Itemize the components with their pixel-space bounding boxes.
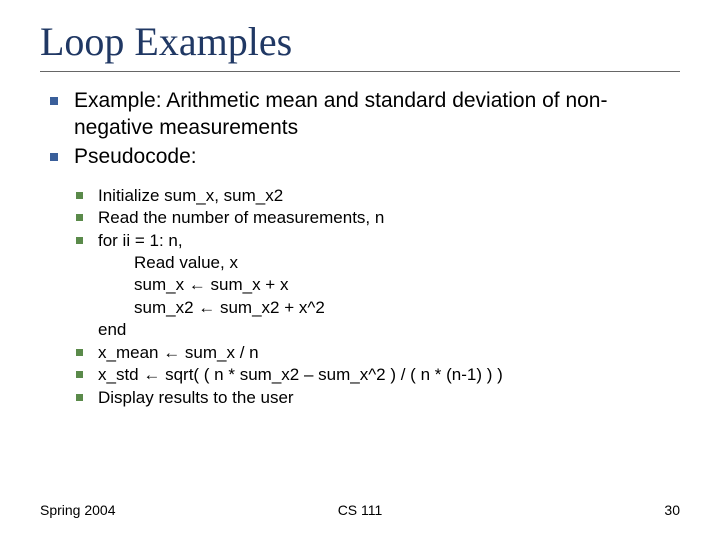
slide: Loop Examples Example: Arithmetic mean a… (0, 0, 720, 540)
pseudocode-line: Initialize sum_x, sum_x2 (72, 185, 680, 207)
pseudocode-line: x_std ← sqrt( ( n * sum_x2 – sum_x^2 ) /… (72, 364, 680, 386)
pseudocode-line: Read the number of measurements, n (72, 207, 680, 229)
pseudocode-line: x_mean ← sum_x / n (72, 342, 680, 364)
slide-body: Example: Arithmetic mean and standard de… (40, 88, 680, 409)
slide-title: Loop Examples (40, 18, 680, 65)
bullet-item: Pseudocode: (44, 144, 680, 171)
pseudocode-list: Initialize sum_x, sum_x2 Read the number… (72, 185, 680, 252)
footer: Spring 2004 CS 111 30 (40, 502, 680, 518)
footer-left: Spring 2004 (40, 502, 116, 518)
pseudocode-block: Read value, x sum_x ← sum_x + x sum_x2 ←… (72, 252, 680, 342)
bullet-list: Example: Arithmetic mean and standard de… (44, 88, 680, 171)
pseudocode-line: for ii = 1: n, (72, 230, 680, 252)
title-rule (40, 71, 680, 72)
pseudocode-list: x_mean ← sum_x / n x_std ← sqrt( ( n * s… (72, 342, 680, 409)
footer-page: 30 (664, 502, 680, 518)
pseudocode-line: Read value, x (98, 252, 680, 274)
pseudocode-line: sum_x ← sum_x + x (98, 274, 680, 296)
pseudocode-line: Display results to the user (72, 387, 680, 409)
pseudocode-line: end (98, 320, 126, 339)
bullet-item: Example: Arithmetic mean and standard de… (44, 88, 680, 142)
pseudocode-line: sum_x2 ← sum_x2 + x^2 (98, 297, 680, 319)
footer-center: CS 111 (40, 502, 680, 518)
